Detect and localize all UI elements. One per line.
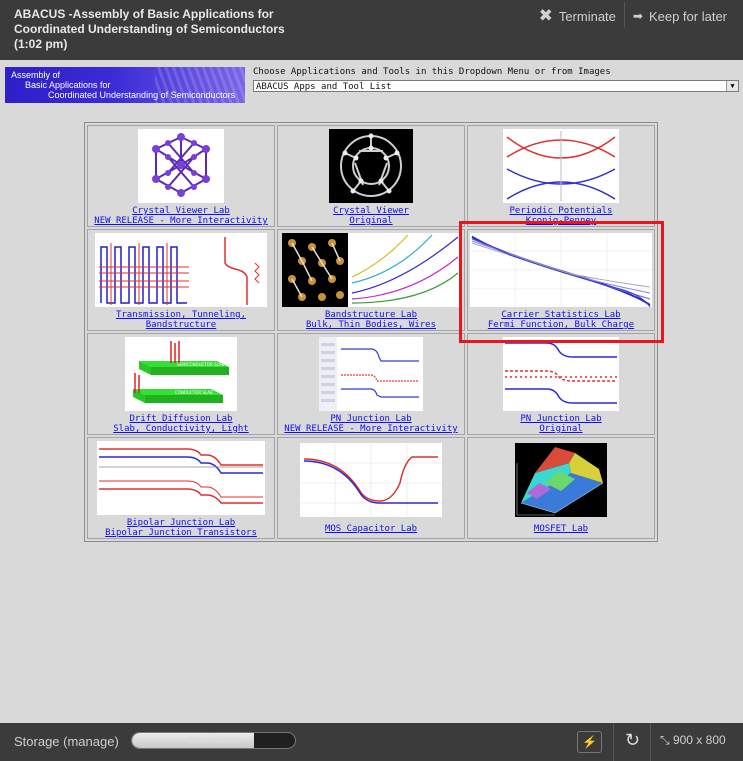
- tool-subtitle[interactable]: NEW RELEASE - More Interactivity: [278, 424, 464, 434]
- tool-title[interactable]: Carrier Statistics Lab: [468, 310, 654, 320]
- window-size-control[interactable]: ⤡ 900 x 800: [660, 733, 726, 748]
- tool-carrier-statistics-lab[interactable]: Carrier Statistics Lab Fermi Function, B…: [467, 229, 655, 331]
- tool-title[interactable]: Bandstructure Lab: [278, 310, 464, 320]
- tool-title[interactable]: MOSFET Lab: [468, 524, 654, 534]
- tool-title[interactable]: Transmission, Tunneling,: [88, 310, 274, 320]
- tool-title[interactable]: Crystal Viewer Lab: [88, 206, 274, 216]
- abacus-banner-logo: Assembly of Basic Applications for Coord…: [5, 67, 245, 103]
- terminate-label: Terminate: [558, 8, 616, 24]
- bjt-band-diagram-thumbnail: [97, 441, 265, 515]
- lightning-button[interactable]: ⚡: [577, 731, 602, 753]
- resize-icon: ⤡: [660, 733, 670, 747]
- lightning-icon: ⚡: [582, 735, 597, 749]
- mosfet-surface-thumbnail: [515, 443, 607, 517]
- close-icon: ✖: [538, 6, 553, 25]
- tool-mosfet-lab[interactable]: MOSFET Lab: [467, 437, 655, 539]
- tool-subtitle[interactable]: Fermi Function, Bulk Charge: [468, 320, 654, 330]
- storage-manage-link[interactable]: Storage (manage): [14, 734, 119, 749]
- dropdown-selected-value: ABACUS Apps and Tool List: [256, 82, 392, 92]
- tool-crystal-viewer-lab[interactable]: Crystal Viewer Lab NEW RELEASE - More In…: [87, 125, 275, 227]
- refresh-icon[interactable]: ↻: [625, 730, 640, 751]
- tool-dropdown[interactable]: ABACUS Apps and Tool List ▼: [253, 80, 739, 92]
- tool-subtitle[interactable]: Original: [278, 216, 464, 226]
- fermi-function-thumbnail: [470, 233, 652, 307]
- storage-progress-bar: 4% of 10GB: [131, 732, 296, 749]
- app-header: Assembly of Basic Applications for Coord…: [0, 60, 743, 105]
- tool-grid: Crystal Viewer Lab NEW RELEASE - More In…: [84, 122, 658, 542]
- tool-title[interactable]: Periodic Potentials: [468, 206, 654, 216]
- drift-slab-thumbnail: SEMICONDUCTOR SLAB CONDUCTOR SLAB: [125, 337, 237, 411]
- crystal-lattice-thumbnail: [138, 129, 224, 203]
- tool-bandstructure-lab[interactable]: Bandstructure Lab Bulk, Thin Bodies, Wir…: [277, 229, 465, 331]
- band-crossing-thumbnail: [503, 129, 619, 203]
- buckyball-thumbnail: [329, 129, 413, 203]
- tool-pn-junction-lab-new[interactable]: PN Junction Lab NEW RELEASE - More Inter…: [277, 333, 465, 435]
- window-title: ABACUS -Assembly of Basic Applications f…: [14, 7, 285, 51]
- tool-title[interactable]: Crystal Viewer: [278, 206, 464, 216]
- tool-pn-junction-lab-original[interactable]: PN Junction Lab Original: [467, 333, 655, 435]
- dropdown-prompt: Choose Applications and Tools in this Dr…: [253, 67, 611, 77]
- banner-line-3: Coordinated Understanding of Semiconduct…: [48, 90, 236, 100]
- tool-subtitle[interactable]: Kronig-Penney: [468, 216, 654, 226]
- tool-title[interactable]: PN Junction Lab: [278, 414, 464, 424]
- window-size-label: 900 x 800: [672, 733, 726, 747]
- tool-crystal-viewer[interactable]: Crystal Viewer Original: [277, 125, 465, 227]
- tool-periodic-potentials[interactable]: Periodic Potentials Kronig-Penney: [467, 125, 655, 227]
- tool-subtitle[interactable]: Bipolar Junction Transistors: [88, 528, 274, 538]
- tool-title[interactable]: Drift Diffusion Lab: [88, 414, 274, 424]
- chevron-down-icon[interactable]: ▼: [726, 81, 738, 91]
- pn-band-diagram-thumbnail: [503, 337, 619, 411]
- semiconductor-slab-label: SEMICONDUCTOR SLAB: [177, 362, 225, 367]
- pn-junction-plot-thumbnail: [319, 337, 423, 411]
- tool-subtitle[interactable]: NEW RELEASE - More Interactivity: [88, 216, 274, 226]
- tool-transmission-tunneling[interactable]: Transmission, Tunneling, Bandstructure: [87, 229, 275, 331]
- keep-for-later-button[interactable]: ➡ Keep for later: [625, 9, 735, 24]
- tunneling-barrier-thumbnail: [95, 233, 267, 307]
- conductor-slab-label: CONDUCTOR SLAB: [175, 390, 213, 395]
- keep-label: Keep for later: [648, 8, 727, 24]
- footer-divider: [650, 723, 651, 761]
- tool-drift-diffusion-lab[interactable]: SEMICONDUCTOR SLAB CONDUCTOR SLAB Drift …: [87, 333, 275, 435]
- mos-cv-curve-thumbnail: [300, 443, 442, 517]
- window-titlebar: ABACUS -Assembly of Basic Applications f…: [0, 0, 743, 60]
- bandstructure-thumbnail: [282, 233, 460, 307]
- tool-subtitle[interactable]: Bulk, Thin Bodies, Wires: [278, 320, 464, 330]
- tool-title[interactable]: PN Junction Lab: [468, 414, 654, 424]
- tool-bipolar-junction-lab[interactable]: Bipolar Junction Lab Bipolar Junction Tr…: [87, 437, 275, 539]
- banner-line-2: Basic Applications for: [25, 80, 111, 90]
- banner-line-1: Assembly of: [11, 70, 61, 80]
- tool-title[interactable]: MOS Capacitor Lab: [278, 524, 464, 534]
- session-footer: Storage (manage) 4% of 10GB ⚡ ↻ ⤡ 900 x …: [0, 723, 743, 761]
- titlebar-actions: ✖ Terminate ➡ Keep for later: [531, 2, 735, 28]
- terminate-button[interactable]: ✖ Terminate: [531, 7, 624, 25]
- tool-subtitle[interactable]: Original: [468, 424, 654, 434]
- arrow-right-icon: ➡: [632, 9, 643, 23]
- tool-title[interactable]: Bipolar Junction Lab: [88, 518, 274, 528]
- tool-subtitle[interactable]: Slab, Conductivity, Light: [88, 424, 274, 434]
- tool-subtitle[interactable]: Bandstructure: [88, 320, 274, 330]
- tool-mos-capacitor-lab[interactable]: MOS Capacitor Lab: [277, 437, 465, 539]
- storage-progress-text: 4% of 10GB: [186, 735, 241, 746]
- footer-divider: [613, 723, 614, 761]
